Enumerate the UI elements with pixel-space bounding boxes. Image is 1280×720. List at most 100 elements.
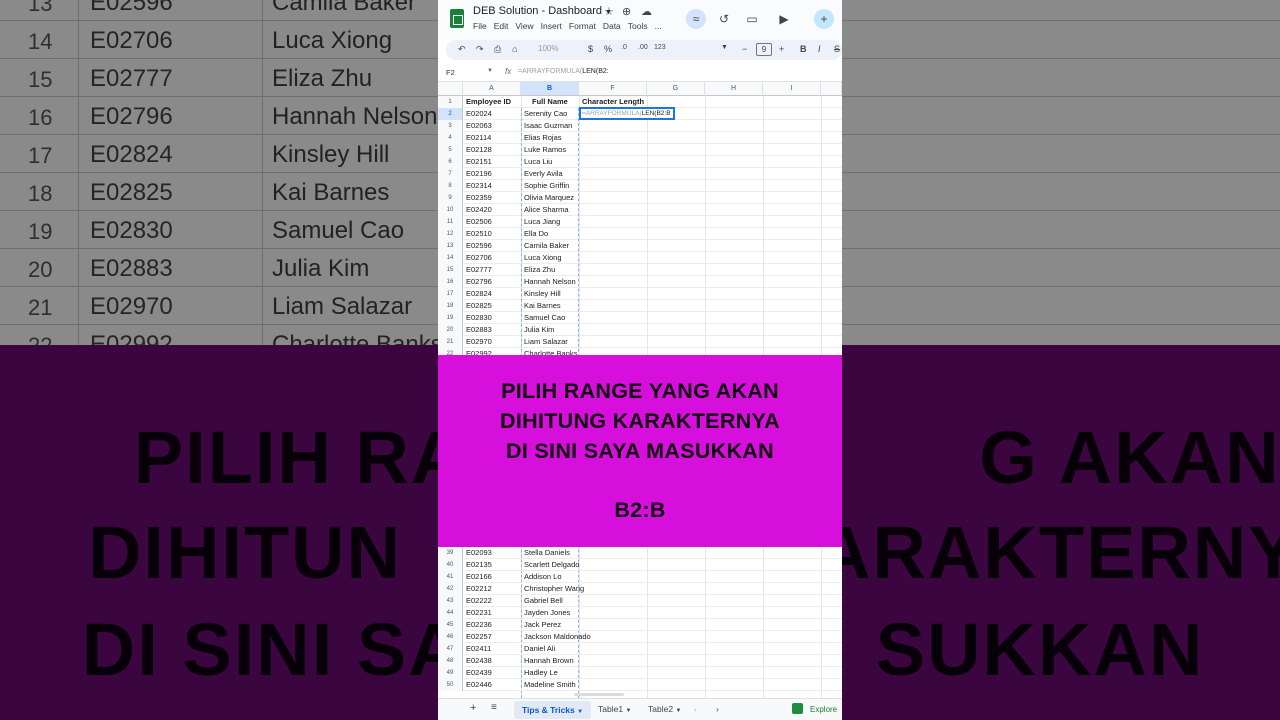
cell-employee-id[interactable]: E02063 (466, 121, 492, 130)
cell-employee-id[interactable]: E02128 (466, 145, 492, 154)
share-icon[interactable]: + (814, 9, 834, 29)
menu-insert[interactable]: Insert (541, 21, 562, 31)
percent-button[interactable]: % (604, 44, 612, 54)
tab-table1[interactable]: Table1 ▼ (598, 704, 631, 714)
cell-employee-id[interactable]: E02446 (466, 680, 492, 689)
column-header-a[interactable]: A (463, 82, 521, 96)
menu-edit[interactable]: Edit (494, 21, 509, 31)
menu-view[interactable]: View (515, 21, 533, 31)
column-header-h[interactable]: H (705, 82, 763, 96)
row-header[interactable]: 17 (438, 288, 463, 300)
cell-employee-id[interactable]: E02420 (466, 205, 492, 214)
row-header[interactable]: 42 (438, 583, 463, 595)
cell-full-name[interactable]: Addison Lo (524, 572, 562, 581)
cell-employee-id[interactable]: E02212 (466, 584, 492, 593)
cell-employee-id[interactable]: E02883 (466, 325, 492, 334)
row-header[interactable]: 46 (438, 631, 463, 643)
row-header[interactable]: 47 (438, 643, 463, 655)
bold-icon[interactable]: B (800, 44, 807, 54)
all-sheets-button[interactable]: ≡ (491, 702, 497, 713)
cell-employee-id[interactable]: E02222 (466, 596, 492, 605)
cell-employee-id[interactable]: E02166 (466, 572, 492, 581)
cell-employee-id[interactable]: E02411 (466, 644, 491, 653)
cell-full-name[interactable]: Jayden Jones (524, 608, 570, 617)
header-character-length[interactable]: Character Length (582, 97, 644, 106)
video-call-icon[interactable]: ▶ (774, 9, 794, 29)
select-all-corner[interactable] (438, 82, 463, 96)
sheets-logo-icon[interactable] (450, 9, 464, 28)
increase-decimal-icon[interactable]: .00 (638, 44, 648, 51)
row-header[interactable]: 16 (438, 276, 463, 288)
cell-employee-id[interactable]: E02510 (466, 229, 492, 238)
row-header[interactable]: 19 (438, 312, 463, 324)
cell-employee-id[interactable]: E02777 (466, 265, 492, 274)
add-sheet-button[interactable]: + (470, 702, 476, 714)
cell-full-name[interactable]: Christopher Wang (524, 584, 584, 593)
document-title[interactable]: DEB Solution - Dashboard ▼ (473, 5, 612, 17)
row-header[interactable]: 45 (438, 619, 463, 631)
zoom-select[interactable]: 100% (538, 44, 558, 53)
horizontal-scrollbar[interactable] (574, 693, 624, 696)
trend-icon[interactable]: ≈ (686, 9, 706, 29)
row-header[interactable]: 18 (438, 300, 463, 312)
column-header-f[interactable]: F (579, 82, 647, 96)
row-header[interactable]: 13 (438, 240, 463, 252)
tab-tips-tricks[interactable]: Tips & Tricks ▼ (514, 701, 592, 719)
row-header[interactable]: 49 (438, 667, 463, 679)
row-header[interactable]: 2 (438, 108, 463, 120)
row-header[interactable]: 8 (438, 180, 463, 192)
menu-format[interactable]: Format (569, 21, 596, 31)
name-box-dropdown-icon[interactable]: ▼ (487, 68, 493, 74)
cell-employee-id[interactable]: E02024 (466, 109, 492, 118)
cell-employee-id[interactable]: E02830 (466, 313, 492, 322)
row-header[interactable]: 39 (438, 547, 463, 559)
chevron-left-icon[interactable]: ‹ (694, 704, 697, 714)
font-family-dropdown-icon[interactable]: ▼ (721, 44, 728, 51)
row-header[interactable]: 12 (438, 228, 463, 240)
row-header[interactable]: 15 (438, 264, 463, 276)
italic-icon[interactable]: I (818, 44, 821, 54)
formula-input[interactable]: =ARRAYFORMULA(LEN(B2: (518, 68, 609, 75)
cell-employee-id[interactable]: E02093 (466, 548, 492, 557)
chevron-right-icon[interactable]: › (716, 704, 719, 714)
cell-employee-id[interactable]: E02506 (466, 217, 492, 226)
redo-icon[interactable]: ↷ (476, 44, 484, 55)
row-header[interactable]: 43 (438, 595, 463, 607)
cell-employee-id[interactable]: E02314 (466, 181, 492, 190)
cell-employee-id[interactable]: E02114 (466, 133, 491, 142)
cell-full-name[interactable]: Daniel Ali (524, 644, 555, 653)
font-size-input[interactable]: 9 (756, 43, 772, 56)
star-icon[interactable]: ☆ (604, 5, 614, 18)
column-header-extra[interactable] (821, 82, 842, 96)
row-header[interactable]: 48 (438, 655, 463, 667)
cell-employee-id[interactable]: E02359 (466, 193, 492, 202)
cell-employee-id[interactable]: E02236 (466, 620, 492, 629)
row-header[interactable]: 41 (438, 571, 463, 583)
cell-employee-id[interactable]: E02825 (466, 301, 492, 310)
row-header[interactable]: 20 (438, 324, 463, 336)
column-header-b[interactable]: B (521, 82, 579, 96)
row-header[interactable]: 3 (438, 120, 463, 132)
menu-tools[interactable]: Tools (628, 21, 648, 31)
cell-full-name[interactable]: Madeline Smith (524, 680, 576, 689)
explore-icon[interactable] (792, 703, 803, 714)
cell-full-name[interactable]: Gabriel Bell (524, 596, 563, 605)
row-header[interactable]: 10 (438, 204, 463, 216)
active-cell-f2[interactable]: =ARRAYFORMULA(LEN(B2:B (579, 107, 675, 120)
number-format-button[interactable]: 123 (654, 44, 666, 51)
cell-employee-id[interactable]: E02796 (466, 277, 492, 286)
cell-employee-id[interactable]: E02706 (466, 253, 492, 262)
row-header[interactable]: 50 (438, 679, 463, 691)
row-header[interactable]: 40 (438, 559, 463, 571)
header-full-name[interactable]: Full Name (532, 97, 568, 106)
cell-full-name[interactable]: Hadley Le (524, 668, 558, 677)
row-header[interactable]: 44 (438, 607, 463, 619)
cell-full-name[interactable]: Hannah Brown (524, 656, 574, 665)
header-employee-id[interactable]: Employee ID (466, 97, 511, 106)
decrease-font-icon[interactable]: − (742, 44, 747, 54)
menu-file[interactable]: File (473, 21, 487, 31)
row-header[interactable]: 9 (438, 192, 463, 204)
row-header[interactable]: 7 (438, 168, 463, 180)
undo-icon[interactable]: ↶ (458, 44, 466, 55)
row-header[interactable]: 21 (438, 336, 463, 348)
